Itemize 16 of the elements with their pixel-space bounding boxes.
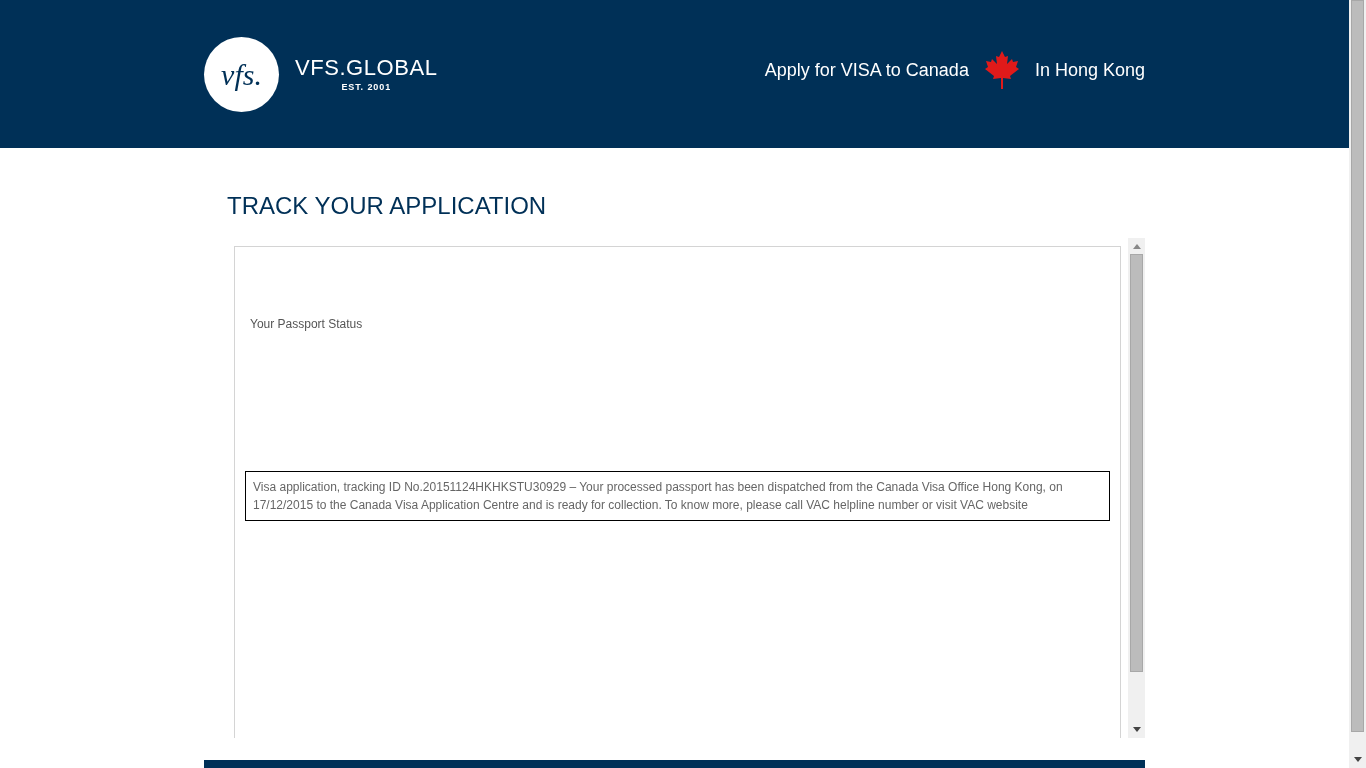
scroll-up-arrow-icon[interactable]	[1132, 244, 1141, 249]
page-title: TRACK YOUR APPLICATION	[227, 191, 548, 221]
maple-leaf-icon	[984, 51, 1019, 89]
logo-name: VFS.GLOBAL	[295, 53, 438, 81]
scrollbar[interactable]	[1128, 238, 1145, 738]
scroll-down-arrow-icon[interactable]	[1353, 757, 1362, 762]
scrollbar-thumb[interactable]	[1351, 0, 1364, 732]
status-label: Your Passport Status	[250, 316, 364, 333]
apply-text: Apply for VISA to Canada	[764, 58, 969, 82]
scroll-down-arrow-icon[interactable]	[1132, 727, 1141, 732]
logo-mark: vfs.	[221, 56, 262, 93]
logo-tagline: EST. 2001	[341, 81, 392, 94]
location-text: In Hong Kong	[1034, 58, 1145, 82]
status-message: Visa application, tracking ID No.20151124HKHKSTU30929 – Your processed passport has been dispatched from the Canada Visa Office Hong Kong, on 17/12/2015 to the Canada Visa Application Centre and is ready for collection. To know more, please call VAC helpline number or visit VAC website	[245, 471, 1110, 521]
scrollbar-thumb[interactable]	[1130, 254, 1143, 672]
scrollbar[interactable]	[1349, 0, 1366, 768]
